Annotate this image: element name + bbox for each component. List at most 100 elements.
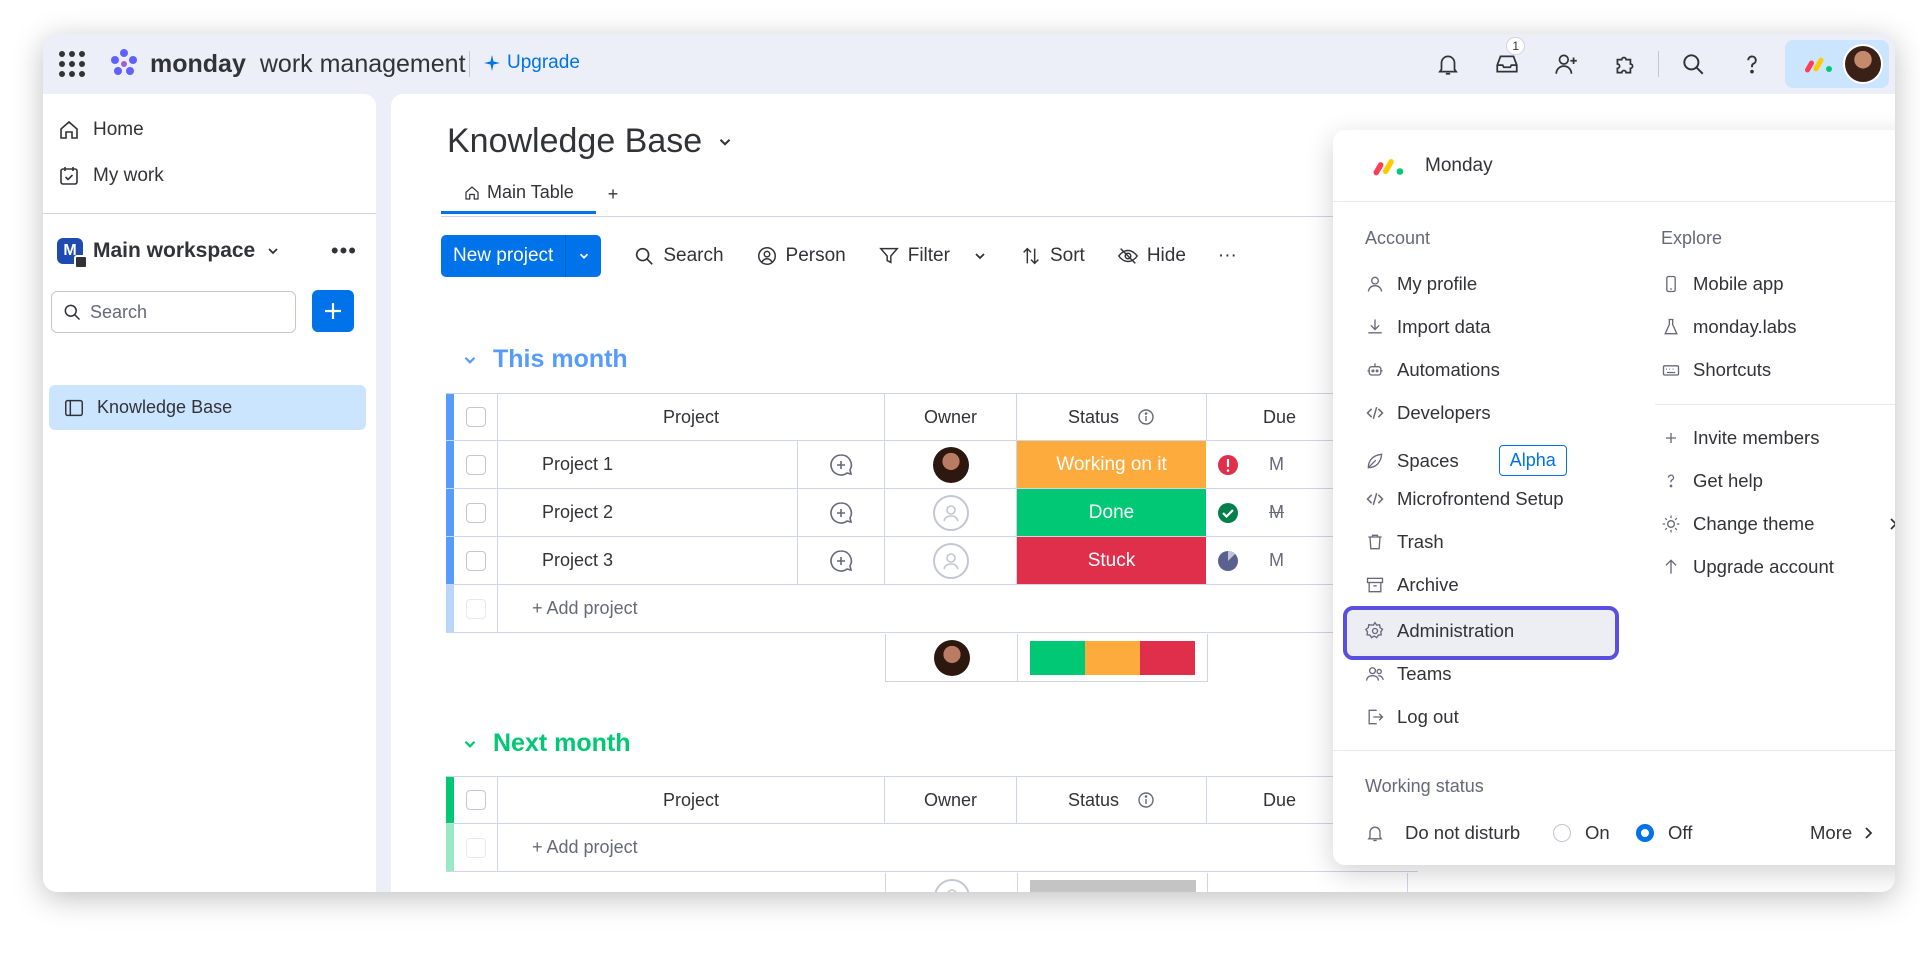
inbox-count-badge: 1 <box>1507 38 1524 54</box>
sidebar-item-my-work[interactable]: My work <box>57 164 164 188</box>
status-summary-stuck <box>1140 640 1196 675</box>
status-cell[interactable]: Done <box>1017 489 1207 536</box>
apps-grid-icon[interactable] <box>57 49 87 79</box>
topbar-actions: 1 <box>1418 34 1895 94</box>
sidebar-search-input[interactable]: Search <box>51 291 296 333</box>
alpha-tag: Alpha <box>1498 445 1567 476</box>
row-checkbox[interactable] <box>465 550 486 571</box>
column-header-owner[interactable]: Owner <box>885 394 1017 440</box>
home-icon <box>60 120 78 139</box>
board-title[interactable]: Knowledge Base <box>447 122 734 161</box>
project-name[interactable]: Project 1 <box>498 441 798 488</box>
account-menu-header[interactable]: Monday <box>1333 130 1895 202</box>
table-row[interactable]: Project 1 Working on it M <box>446 441 1407 489</box>
menu-item-upgrade-account[interactable]: Upgrade account <box>1661 556 1834 578</box>
menu-item-microfrontend-setup[interactable]: Microfrontend Setup <box>1365 488 1564 510</box>
sidebar-item-knowledge-base[interactable]: Knowledge Base <box>49 385 366 430</box>
add-project-input[interactable]: + Add project <box>498 824 1418 871</box>
help-button[interactable] <box>1722 34 1781 94</box>
invite-button[interactable] <box>1536 34 1595 94</box>
add-update-cell[interactable] <box>798 537 885 584</box>
inbox-button[interactable]: 1 <box>1477 34 1536 94</box>
row-checkbox[interactable] <box>465 454 486 475</box>
more-tools-button[interactable]: ··· <box>1218 245 1237 267</box>
menu-item-invite-members[interactable]: Invite members <box>1661 427 1819 449</box>
sidebar-item-home[interactable]: Home <box>57 118 144 142</box>
group-header-next-month[interactable]: Next month <box>461 729 631 758</box>
status-cell[interactable]: Stuck <box>1017 537 1207 584</box>
menu-item-automations[interactable]: Automations <box>1365 359 1500 381</box>
chevron-right-icon <box>1865 827 1873 839</box>
menu-item-developers[interactable]: Developers <box>1365 402 1491 424</box>
working-status-divider <box>1333 750 1895 751</box>
menu-item-spaces[interactable]: Spaces Alpha <box>1365 445 1567 476</box>
menu-item-import-data[interactable]: Import data <box>1365 316 1491 338</box>
dnd-off-radio[interactable]: Off <box>1636 822 1692 844</box>
add-view-button[interactable]: + <box>596 174 631 214</box>
project-name[interactable]: Project 2 <box>498 489 798 536</box>
add-project-input[interactable]: + Add project <box>498 585 1418 632</box>
status-summary-working <box>1084 640 1141 675</box>
hide-tool[interactable]: Hide <box>1117 245 1186 267</box>
menu-item-trash[interactable]: Trash <box>1365 531 1444 553</box>
menu-item-change-theme[interactable]: Change theme <box>1661 513 1895 535</box>
table-row[interactable]: Project 2 Done M <box>446 489 1407 537</box>
group-header-this-month[interactable]: This month <box>461 345 628 374</box>
menu-item-monday-labs[interactable]: monday.labs <box>1661 316 1797 338</box>
row-checkbox[interactable] <box>465 502 486 523</box>
sort-tool[interactable]: Sort <box>1020 245 1085 267</box>
column-header-owner[interactable]: Owner <box>885 777 1017 823</box>
bell-icon <box>1367 826 1383 842</box>
search-tool[interactable]: Search <box>633 245 724 267</box>
filter-tool[interactable]: Filter <box>878 245 988 267</box>
status-cell[interactable]: Working on it <box>1017 441 1207 488</box>
menu-item-archive[interactable]: Archive <box>1365 574 1459 596</box>
new-project-dropdown[interactable] <box>565 235 601 277</box>
column-header-status[interactable]: Status <box>1017 777 1207 823</box>
menu-item-get-help[interactable]: Get help <box>1661 470 1763 492</box>
info-icon[interactable] <box>1137 791 1155 809</box>
add-project-row[interactable]: + Add project <box>446 824 1418 872</box>
new-project-button[interactable]: New project <box>441 235 602 277</box>
person-filter-tool[interactable]: Person <box>756 245 846 267</box>
notifications-button[interactable] <box>1418 34 1477 94</box>
add-update-cell[interactable] <box>798 489 885 536</box>
working-status-more-button[interactable]: More <box>1810 822 1876 844</box>
add-update-cell[interactable] <box>798 441 885 488</box>
upgrade-link[interactable]: Upgrade <box>483 52 580 74</box>
tab-main-table[interactable]: Main Table <box>441 174 596 214</box>
radio-off-selected[interactable] <box>1636 824 1654 842</box>
app-window: monday work management Upgrade 1 Home My… <box>43 34 1895 892</box>
brand[interactable]: monday work management <box>106 46 466 82</box>
status-summary-empty <box>1029 879 1196 892</box>
select-all-checkbox[interactable] <box>465 790 486 810</box>
person-icon <box>1367 276 1383 292</box>
menu-item-administration[interactable]: Administration <box>1365 620 1514 642</box>
add-project-row[interactable]: + Add project <box>446 585 1418 633</box>
column-header-status[interactable]: Status <box>1017 394 1207 440</box>
column-header-project[interactable]: Project <box>498 777 885 823</box>
menu-item-teams[interactable]: Teams <box>1365 663 1452 685</box>
column-header-project[interactable]: Project <box>498 394 885 440</box>
status-summary[interactable] <box>1018 873 1208 892</box>
table-row[interactable]: Project 3 Stuck M <box>446 537 1407 585</box>
owner-avatar <box>932 446 969 483</box>
apps-marketplace-button[interactable] <box>1595 34 1654 94</box>
working-status-title: Working status <box>1365 776 1484 796</box>
menu-item-mobile-app[interactable]: Mobile app <box>1661 273 1784 295</box>
add-item-button[interactable] <box>312 290 354 332</box>
status-summary[interactable] <box>1018 634 1208 681</box>
select-all-checkbox[interactable] <box>465 407 486 427</box>
info-icon[interactable] <box>1137 408 1155 426</box>
project-name[interactable]: Project 3 <box>498 537 798 584</box>
account-menu-button[interactable] <box>1785 40 1889 88</box>
menu-item-shortcuts[interactable]: Shortcuts <box>1661 359 1771 381</box>
menu-item-log-out[interactable]: Log out <box>1365 706 1459 728</box>
search-button[interactable] <box>1663 34 1722 94</box>
workspace-selector[interactable]: M Main workspace ••• <box>57 238 357 269</box>
plus-icon <box>1666 433 1676 443</box>
radio-on[interactable] <box>1553 824 1571 842</box>
workspace-more-button[interactable]: ••• <box>331 238 357 264</box>
menu-item-my-profile[interactable]: My profile <box>1365 273 1477 295</box>
dnd-on-radio[interactable]: On <box>1553 822 1610 844</box>
